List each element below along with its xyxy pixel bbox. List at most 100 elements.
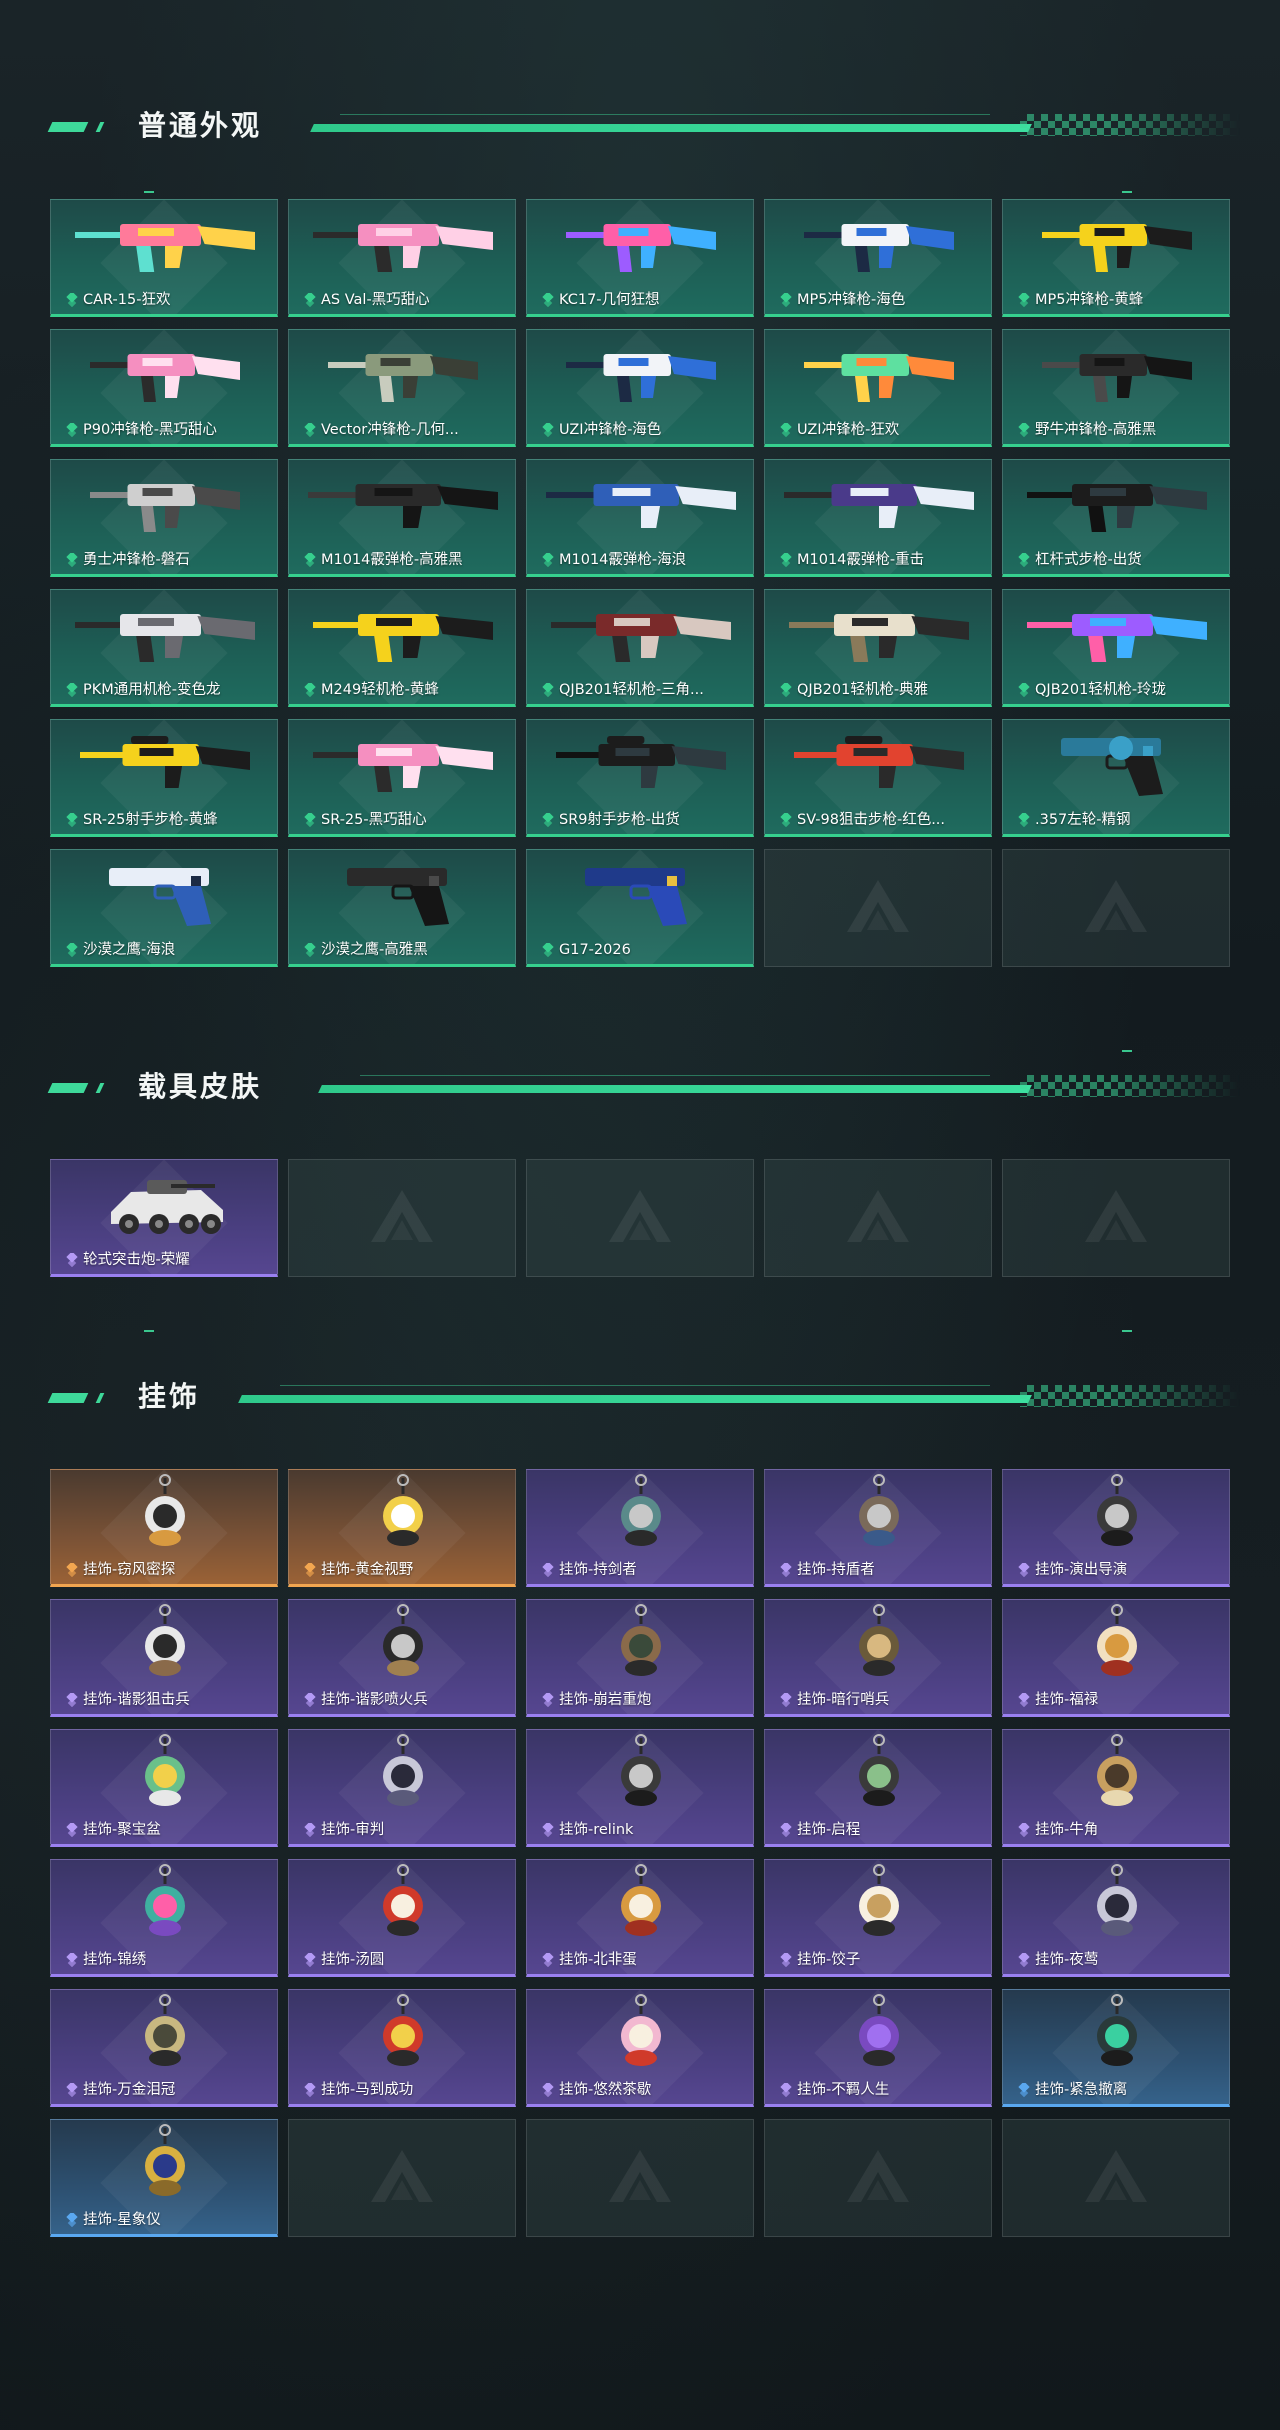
weapon-skin-card[interactable]: MP5冲锋枪-海色	[764, 199, 992, 317]
placeholder-logo-icon	[1081, 876, 1151, 940]
smg-icon	[51, 462, 277, 546]
item-name: 轮式突击炮-荣耀	[83, 1252, 190, 1268]
machine-gun-icon	[527, 592, 753, 676]
weapon-skin-card[interactable]: MP5冲锋枪-黄蜂	[1002, 199, 1230, 317]
charm-card[interactable]: 挂饰-北非蛋	[526, 1859, 754, 1977]
rarity-diamond-icon	[779, 1951, 793, 1968]
charm-card[interactable]: 挂饰-饺子	[764, 1859, 992, 1977]
weapon-skin-card[interactable]: .357左轮-精钢	[1002, 719, 1230, 837]
smg-icon	[765, 332, 991, 416]
weapon-skin-card[interactable]: P90冲锋枪-黑巧甜心	[50, 329, 278, 447]
item-name: 挂饰-星象仪	[83, 2212, 161, 2228]
weapon-skin-card[interactable]: SR-25射手步枪-黄蜂	[50, 719, 278, 837]
weapon-skin-card[interactable]: UZI冲锋枪-狂欢	[764, 329, 992, 447]
header-checker-decoration	[1020, 1075, 1240, 1097]
revolver-icon	[1003, 722, 1229, 806]
charm-card[interactable]: 挂饰-悠然茶歇	[526, 1989, 754, 2107]
section-header-vehicles: 载具皮肤	[0, 1067, 1280, 1107]
weapon-skin-card[interactable]: M249轻机枪-黄蜂	[288, 589, 516, 707]
rarity-diamond-icon	[303, 551, 317, 568]
charm-card[interactable]: 挂饰-锦绣	[50, 1859, 278, 1977]
decor-dash	[144, 191, 154, 193]
sniper-icon	[765, 722, 991, 806]
rarity-diamond-icon	[779, 681, 793, 698]
rarity-diamond-icon	[303, 1561, 317, 1578]
header-accent-tick	[95, 122, 105, 132]
charm-card[interactable]: 挂饰-聚宝盆	[50, 1729, 278, 1847]
weapon-skin-card[interactable]: SR9射手步枪-出货	[526, 719, 754, 837]
item-name: MP5冲锋枪-海色	[797, 292, 906, 308]
pistol-icon	[527, 852, 753, 936]
machine-gun-icon	[765, 592, 991, 676]
rarity-diamond-icon	[1017, 421, 1031, 438]
charm-icon	[1003, 1602, 1229, 1686]
rarity-diamond-icon	[65, 1691, 79, 1708]
charm-card[interactable]: 挂饰-牛角	[1002, 1729, 1230, 1847]
charm-icon	[527, 1602, 753, 1686]
decor-dash	[144, 1330, 154, 1332]
weapon-skin-card[interactable]: 勇士冲锋枪-磐石	[50, 459, 278, 577]
item-name: QJB201轻机枪-玲珑	[1035, 682, 1167, 698]
item-name: P90冲锋枪-黑巧甜心	[83, 422, 217, 438]
weapon-skin-card[interactable]: SV-98狙击步枪-红色...	[764, 719, 992, 837]
weapon-skin-card[interactable]: UZI冲锋枪-海色	[526, 329, 754, 447]
weapon-skin-card[interactable]: AS Val-黑巧甜心	[288, 199, 516, 317]
charm-card[interactable]: 挂饰-马到成功	[288, 1989, 516, 2107]
item-name: M1014霰弹枪-高雅黑	[321, 552, 463, 568]
weapon-skin-card[interactable]: 沙漠之鹰-高雅黑	[288, 849, 516, 967]
header-line	[238, 1395, 1032, 1403]
weapon-skin-card[interactable]: 杠杆式步枪-出货	[1002, 459, 1230, 577]
charm-card[interactable]: 挂饰-窃风密探	[50, 1469, 278, 1587]
rarity-diamond-icon	[779, 1561, 793, 1578]
weapon-skin-card[interactable]: QJB201轻机枪-玲珑	[1002, 589, 1230, 707]
rarity-diamond-icon	[541, 1561, 555, 1578]
charm-card[interactable]: 挂饰-星象仪	[50, 2119, 278, 2237]
weapon-skin-card[interactable]: 沙漠之鹰-海浪	[50, 849, 278, 967]
charm-card[interactable]: 挂饰-汤圆	[288, 1859, 516, 1977]
weapon-skin-card[interactable]: Vector冲锋枪-几何...	[288, 329, 516, 447]
charm-card[interactable]: 挂饰-relink	[526, 1729, 754, 1847]
rarity-diamond-icon	[779, 2081, 793, 2098]
weapon-skin-card[interactable]: G17-2026	[526, 849, 754, 967]
vehicle-skin-card[interactable]: 轮式突击炮-荣耀	[50, 1159, 278, 1277]
charm-card[interactable]: 挂饰-谐影喷火兵	[288, 1599, 516, 1717]
item-name: 挂饰-崩岩重炮	[559, 1692, 652, 1708]
weapon-skin-card[interactable]: KC17-几何狂想	[526, 199, 754, 317]
rarity-diamond-icon	[541, 551, 555, 568]
charm-icon	[527, 1992, 753, 2076]
weapon-skin-card[interactable]: SR-25-黑巧甜心	[288, 719, 516, 837]
rarity-diamond-icon	[303, 681, 317, 698]
item-name: 挂饰-北非蛋	[559, 1952, 637, 1968]
charm-card[interactable]: 挂饰-持盾者	[764, 1469, 992, 1587]
charm-card[interactable]: 挂饰-黄金视野	[288, 1469, 516, 1587]
charm-card[interactable]: 挂饰-崩岩重炮	[526, 1599, 754, 1717]
weapon-skin-card[interactable]: QJB201轻机枪-三角...	[526, 589, 754, 707]
charm-card[interactable]: 挂饰-不羁人生	[764, 1989, 992, 2107]
item-name: UZI冲锋枪-海色	[559, 422, 662, 438]
weapon-skin-card[interactable]: QJB201轻机枪-典雅	[764, 589, 992, 707]
weapon-skin-card[interactable]: M1014霰弹枪-高雅黑	[288, 459, 516, 577]
item-name: AS Val-黑巧甜心	[321, 292, 430, 308]
charm-card[interactable]: 挂饰-谐影狙击兵	[50, 1599, 278, 1717]
charm-card[interactable]: 挂饰-持剑者	[526, 1469, 754, 1587]
weapon-skin-card[interactable]: PKM通用机枪-变色龙	[50, 589, 278, 707]
charm-card[interactable]: 挂饰-演出导演	[1002, 1469, 1230, 1587]
rarity-diamond-icon	[1017, 1561, 1031, 1578]
item-name: 野牛冲锋枪-高雅黑	[1035, 422, 1157, 438]
weapon-skin-card[interactable]: M1014霰弹枪-海浪	[526, 459, 754, 577]
charm-card[interactable]: 挂饰-审判	[288, 1729, 516, 1847]
item-name: 挂饰-福禄	[1035, 1692, 1099, 1708]
weapon-skin-card[interactable]: M1014霰弹枪-重击	[764, 459, 992, 577]
charm-card[interactable]: 挂饰-紧急撤离	[1002, 1989, 1230, 2107]
empty-slot	[288, 1159, 516, 1277]
charm-card[interactable]: 挂饰-福禄	[1002, 1599, 1230, 1717]
weapon-skin-card[interactable]: 野牛冲锋枪-高雅黑	[1002, 329, 1230, 447]
charm-card[interactable]: 挂饰-启程	[764, 1729, 992, 1847]
weapon-skin-card[interactable]: CAR-15-狂欢	[50, 199, 278, 317]
placeholder-logo-icon	[1081, 1186, 1151, 1250]
item-name: 挂饰-演出导演	[1035, 1562, 1128, 1578]
charm-card[interactable]: 挂饰-夜莺	[1002, 1859, 1230, 1977]
charm-card[interactable]: 挂饰-暗行哨兵	[764, 1599, 992, 1717]
item-name: 挂饰-启程	[797, 1822, 861, 1838]
charm-card[interactable]: 挂饰-万金泪冠	[50, 1989, 278, 2107]
